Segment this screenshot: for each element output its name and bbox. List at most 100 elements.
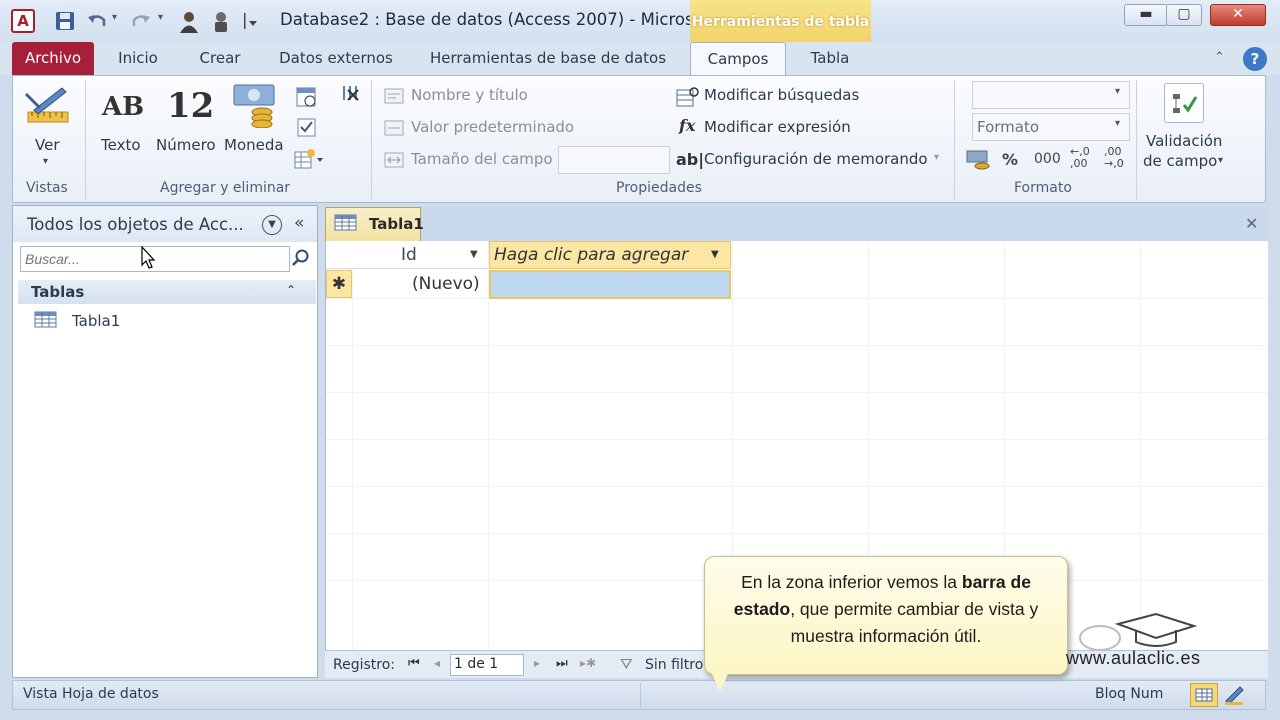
nav-item-tabla1[interactable]: Tabla1 [72,312,120,330]
filter-icon[interactable]: ⛛ [620,655,633,673]
user-icon[interactable] [178,10,200,38]
more-fields-icon[interactable] [294,148,326,176]
first-record-icon[interactable]: ⏮ [408,656,420,671]
new-record-nav-icon[interactable]: ▸✱ [580,656,596,670]
last-record-icon[interactable]: ⏭ [556,656,568,671]
column-id-dropdown-icon[interactable]: ▼ [470,249,478,260]
redo-dropdown-icon[interactable]: ▾ [158,12,163,23]
grid-line [326,486,1268,487]
datasheet-view-button[interactable] [1190,683,1218,707]
record-label: Registro: [333,657,396,673]
design-view-icon[interactable] [24,84,72,132]
number-field-icon[interactable]: 12 [167,86,214,126]
close-button[interactable]: ✕ [1210,4,1266,26]
tutorial-callout: En la zona inferior vemos la barra de es… [704,556,1068,675]
tab-crear[interactable]: Crear [190,42,250,75]
modificar-expresion-button[interactable]: Modificar expresión [704,118,851,136]
aulaclic-watermark: www.aulaclic.es [1066,648,1201,668]
currency-format-icon[interactable] [966,148,992,174]
name-caption-icon[interactable] [384,86,406,110]
validacion-label[interactable]: Validación [1146,132,1222,150]
numero-button[interactable]: Número [156,136,216,154]
format-combo[interactable]: Formato [972,113,1130,141]
undo-dropdown-icon[interactable]: ▾ [112,12,117,23]
texto-button[interactable]: Texto [101,136,141,154]
ver-label[interactable]: Ver [35,136,60,154]
security-icon[interactable] [212,10,230,38]
decrease-decimals-button[interactable]: ,00 →,0 [1104,146,1132,170]
new-record-field-cell[interactable] [489,270,731,299]
expression-icon[interactable]: fx [679,116,695,135]
validacion-label-2[interactable]: de campo [1143,152,1217,170]
tab-archivo[interactable]: Archivo [12,42,94,75]
group-separator [1136,80,1137,200]
search-icon[interactable] [291,248,311,272]
callout-text-1: En la zona inferior vemos la [741,572,962,592]
next-record-icon[interactable]: ▸ [534,656,540,670]
column-header-add-label[interactable]: Haga clic para agregar [494,245,688,265]
minimize-ribbon-icon[interactable]: ⌃ [1214,50,1225,65]
ver-dropdown-icon[interactable]: ▾ [43,156,48,167]
memo-settings-icon[interactable]: ab| [676,150,704,169]
group-label-agregar: Agregar y eliminar [160,180,291,196]
field-size-input[interactable] [558,146,670,174]
filter-status[interactable]: Sin filtro [645,657,703,673]
date-time-icon[interactable] [295,86,319,112]
tab-datos-externos[interactable]: Datos externos [270,42,402,75]
validation-dropdown-icon[interactable]: ▾ [1218,155,1223,166]
section-title-tablas[interactable]: Tablas [31,283,84,301]
current-record-input[interactable]: 1 de 1 [450,654,524,676]
customize-toolbar-icon[interactable] [242,12,258,34]
help-icon[interactable]: ? [1243,47,1267,71]
moneda-button[interactable]: Moneda [224,136,284,154]
close-document-icon[interactable]: ✕ [1245,214,1258,233]
grid-line [326,298,1268,299]
table-tools-context-tab: Herramientas de tabla [690,0,871,42]
modify-lookups-icon[interactable] [676,86,700,112]
field-size-icon[interactable] [384,150,406,174]
thousands-format-button[interactable]: 000 [1034,151,1061,167]
yes-no-icon[interactable] [297,118,317,142]
design-view-button[interactable] [1222,683,1248,711]
save-icon[interactable] [54,10,76,36]
undo-icon[interactable] [86,10,108,36]
data-type-combo[interactable] [972,81,1130,109]
prev-record-icon[interactable]: ◂ [434,656,440,670]
delete-field-icon[interactable] [340,84,360,108]
increase-decimals-button[interactable]: ←,0 ,00 [1070,146,1098,170]
tab-campos[interactable]: Campos [690,42,786,76]
numlock-indicator: Bloq Num [1095,686,1164,702]
tamano-campo-label: Tamaño del campo [411,150,553,168]
document-tab-label[interactable]: Tabla1 [369,215,424,233]
tab-inicio[interactable]: Inicio [108,42,168,75]
collapse-section-icon[interactable]: ⌃ [286,283,296,297]
group-label-formato: Formato [1014,180,1072,196]
minimize-button[interactable]: ▬ [1124,4,1168,26]
nav-options-icon[interactable]: ▼ [262,215,282,235]
new-record-selector[interactable]: ✱ [326,270,352,298]
grid-line [326,439,1268,440]
text-field-icon[interactable]: AB [102,92,144,122]
column-header-id-label[interactable]: Id [401,245,417,265]
percent-format-button[interactable]: % [1002,150,1018,169]
currency-icon[interactable] [232,82,278,132]
field-validation-icon[interactable] [1164,83,1204,123]
maximize-button[interactable]: ▢ [1166,4,1202,26]
configuracion-memorando-button[interactable]: Configuración de memorando [704,150,928,168]
access-logo-icon[interactable]: A [11,9,35,33]
redo-icon[interactable] [130,10,152,36]
format-dropdown-icon[interactable]: ▾ [1115,118,1120,129]
collapse-pane-icon[interactable]: « [294,213,304,233]
memo-dropdown-icon[interactable]: ▾ [934,152,939,163]
modificar-busquedas-button[interactable]: Modificar búsquedas [704,86,859,104]
tab-herramientas-bd[interactable]: Herramientas de base de datos [420,42,676,75]
valor-predeterminado-button[interactable]: Valor predeterminado [411,118,574,136]
nav-pane-title[interactable]: Todos los objetos de Acc... [27,215,244,234]
table-tab-icon [334,214,358,236]
data-type-dropdown-icon[interactable]: ▾ [1115,86,1120,97]
nombre-titulo-button[interactable]: Nombre y título [411,86,528,104]
new-record-id-cell[interactable]: (Nuevo) [412,274,480,294]
tab-tabla[interactable]: Tabla [800,42,860,75]
column-add-dropdown-icon[interactable]: ▼ [711,249,719,260]
default-value-icon[interactable] [384,118,406,142]
